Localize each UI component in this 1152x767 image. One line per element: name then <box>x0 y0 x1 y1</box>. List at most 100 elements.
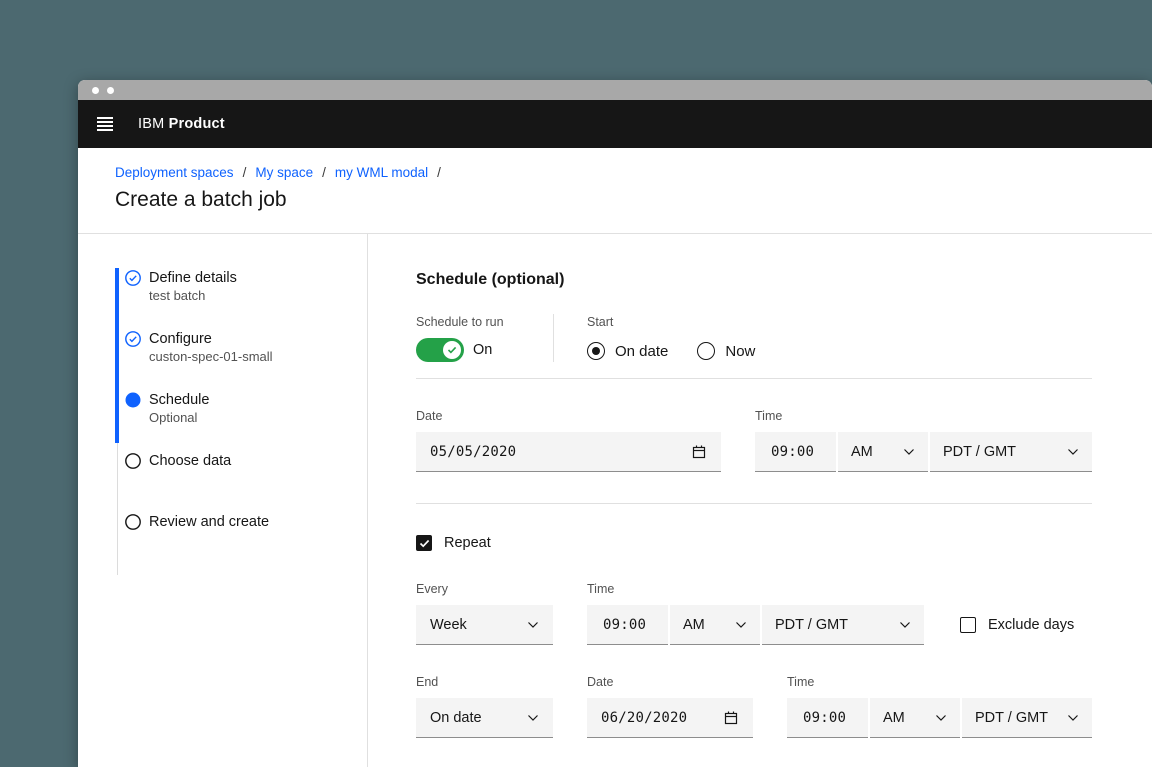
schedule-form: Schedule (optional) Schedule to run On S… <box>368 234 1152 767</box>
step-complete-icon <box>125 270 141 286</box>
step-label: Define details <box>149 270 237 286</box>
step-schedule[interactable]: Schedule Optional <box>125 392 355 453</box>
schedule-to-run-toggle[interactable] <box>416 338 464 362</box>
breadcrumb-my-wml-modal[interactable]: my WML modal <box>335 165 428 180</box>
timezone-value: PDT / GMT <box>943 443 1017 460</box>
brand-name: Product <box>168 116 225 132</box>
meridiem-value: AM <box>851 443 873 460</box>
chevron-down-icon <box>1068 448 1078 455</box>
time-value: 09:00 <box>803 709 847 726</box>
start-meridiem-select[interactable]: AM <box>838 432 928 472</box>
progress-sidebar: Define details test batch Configure cust… <box>78 234 368 767</box>
step-current-icon <box>125 392 141 408</box>
step-label: Review and create <box>149 514 270 530</box>
exclude-days-checkbox-row[interactable]: Exclude days <box>960 617 1074 633</box>
start-timezone-select[interactable]: PDT / GMT <box>930 432 1092 472</box>
exclude-days-checkbox[interactable] <box>960 617 976 633</box>
chevron-down-icon <box>1068 714 1078 721</box>
schedule-to-run-label: Schedule to run <box>416 315 504 329</box>
radio-unselected-icon[interactable] <box>697 342 716 360</box>
date-label: Date <box>416 409 443 423</box>
chevron-down-icon <box>904 448 914 455</box>
date-value: 05/05/2020 <box>430 443 517 460</box>
end-select[interactable]: On date <box>416 698 553 738</box>
end-time-input[interactable]: 09:00 <box>787 698 868 738</box>
radio-selected-icon[interactable] <box>587 342 605 360</box>
toggle-start-row: Schedule to run On Start On date Now <box>416 314 1092 362</box>
step-review-and-create[interactable]: Review and create <box>125 514 355 575</box>
app-window: IBM Product Deployment spaces / My space… <box>78 80 1152 767</box>
step-label: Choose data <box>149 453 232 469</box>
time-label: Time <box>587 582 615 596</box>
repeat-checkbox-row[interactable]: Repeat <box>416 535 1092 551</box>
radio-now[interactable]: Now <box>697 342 755 360</box>
step-sublabel: Optional <box>149 410 198 425</box>
checkbox-check-icon <box>419 539 429 547</box>
brand-prefix: IBM <box>138 116 165 132</box>
window-dot-1[interactable] <box>92 86 99 94</box>
repeat-meridiem-select[interactable]: AM <box>670 605 760 645</box>
menu-icon[interactable] <box>97 117 113 131</box>
end-date-field-group: Date 06/20/2020 <box>587 674 753 738</box>
breadcrumb-my-space[interactable]: My space <box>255 165 313 180</box>
start-date-input[interactable]: 05/05/2020 <box>416 432 721 472</box>
end-meridiem-select[interactable]: AM <box>870 698 960 738</box>
start-label: Start <box>587 315 614 329</box>
page-header: Deployment spaces / My space / my WML mo… <box>78 148 1152 234</box>
breadcrumb-separator: / <box>322 165 326 180</box>
timezone-value: PDT / GMT <box>775 616 849 633</box>
repeat-end-row: End On date Date 06/20/2020 Time 09:00 A… <box>416 674 1092 738</box>
step-label: Schedule <box>149 392 210 408</box>
step-configure[interactable]: Configure custon-spec-01-small <box>125 331 355 392</box>
repeat-time-input[interactable]: 09:00 <box>587 605 668 645</box>
end-field-group: End On date <box>416 674 553 738</box>
end-date-input[interactable]: 06/20/2020 <box>587 698 753 738</box>
divider <box>416 378 1092 379</box>
repeat-time-field-group: Time 09:00 AM PDT / GMT <box>587 581 924 645</box>
breadcrumb-separator: / <box>437 165 441 180</box>
window-dot-2[interactable] <box>107 86 114 94</box>
step-incomplete-icon <box>125 453 141 469</box>
step-define-details[interactable]: Define details test batch <box>125 270 355 331</box>
calendar-icon[interactable] <box>691 444 707 460</box>
step-sublabel: test batch <box>149 288 206 303</box>
toggle-state-label: On <box>473 342 493 358</box>
time-value: 09:00 <box>603 616 647 633</box>
breadcrumb-deployment-spaces[interactable]: Deployment spaces <box>115 165 234 180</box>
time-label: Time <box>755 409 783 423</box>
content-area: Define details test batch Configure cust… <box>78 234 1152 767</box>
step-choose-data[interactable]: Choose data <box>125 453 355 514</box>
repeat-every-row: Every Week Time 09:00 AM PDT / GMT Exclu… <box>416 581 1092 645</box>
end-timezone-select[interactable]: PDT / GMT <box>962 698 1092 738</box>
time-value: 09:00 <box>771 443 815 460</box>
radio-label: On date <box>615 342 669 360</box>
app-header: IBM Product <box>78 100 1152 148</box>
breadcrumb: Deployment spaces / My space / my WML mo… <box>115 165 1152 180</box>
every-select[interactable]: Week <box>416 605 553 645</box>
chevron-down-icon <box>900 621 910 628</box>
every-value: Week <box>430 616 467 633</box>
date-label: Date <box>587 675 614 689</box>
repeat-checkbox[interactable] <box>416 535 432 551</box>
section-heading: Schedule (optional) <box>416 271 565 288</box>
time-label: Time <box>787 675 815 689</box>
progress-track-active <box>115 268 119 443</box>
start-date-time-row: Date 05/05/2020 Time 09:00 AM PDT / GMT <box>416 408 1092 472</box>
chevron-down-icon <box>528 714 538 721</box>
progress-steps: Define details test batch Configure cust… <box>125 270 355 575</box>
vertical-divider <box>553 314 554 362</box>
radio-label: Now <box>725 342 756 360</box>
exclude-days-label: Exclude days <box>988 617 1075 633</box>
chevron-down-icon <box>936 714 946 721</box>
page-title: Create a batch job <box>115 188 287 211</box>
radio-on-date[interactable]: On date <box>587 342 668 360</box>
repeat-timezone-select[interactable]: PDT / GMT <box>762 605 924 645</box>
step-incomplete-icon <box>125 514 141 530</box>
end-label: End <box>416 675 439 689</box>
step-complete-icon <box>125 331 141 347</box>
window-titlebar[interactable] <box>78 80 1152 100</box>
calendar-icon[interactable] <box>723 710 739 726</box>
schedule-to-run-group: Schedule to run On <box>416 314 553 362</box>
toggle-knob <box>443 341 461 359</box>
start-time-input[interactable]: 09:00 <box>755 432 836 472</box>
